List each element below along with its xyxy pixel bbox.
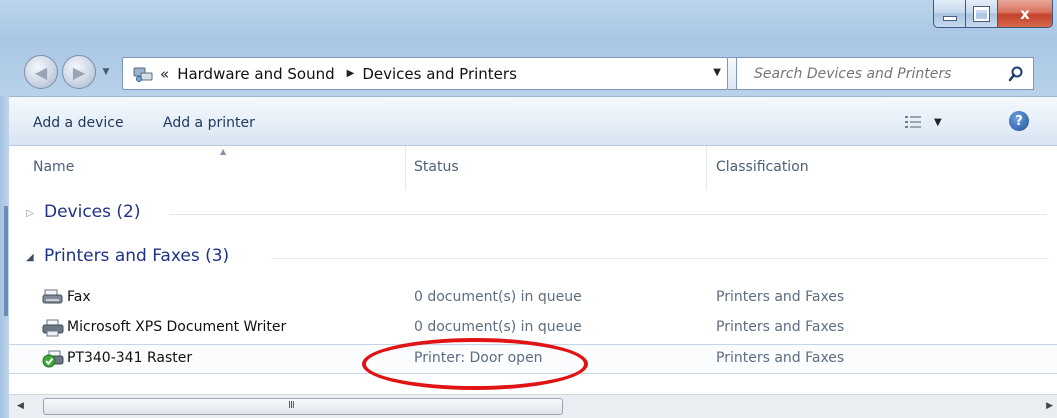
back-button[interactable]: ◀ <box>24 55 58 89</box>
printer-name: Microsoft XPS Document Writer <box>67 319 287 335</box>
highlight-annotation-circle <box>362 338 588 390</box>
fax-icon <box>42 289 63 304</box>
group-divider <box>271 258 1047 259</box>
close-icon: x <box>1020 4 1030 23</box>
add-device-button[interactable]: Add a device <box>33 115 124 131</box>
expand-icon[interactable]: ▷ <box>26 208 34 219</box>
minimize-button[interactable] <box>933 0 966 28</box>
sort-ascending-icon: ▲ <box>220 147 227 156</box>
forward-button[interactable]: ▶ <box>62 55 96 89</box>
breadcrumb-separator-icon[interactable]: ▶ <box>347 68 355 79</box>
devices-printers-icon <box>133 67 153 82</box>
printer-icon <box>42 319 64 337</box>
maximize-button[interactable] <box>966 0 998 28</box>
printer-status: 0 document(s) in queue <box>414 319 582 335</box>
breadcrumb-hardware-and-sound[interactable]: Hardware and Sound <box>177 65 334 83</box>
list-item-microsoft-xps-document-writer[interactable]: Microsoft XPS Document Writer 0 document… <box>9 314 1057 342</box>
address-bar[interactable]: « Hardware and Sound ▶ Devices and Print… <box>122 57 728 90</box>
recent-pages-dropdown[interactable]: ▼ <box>99 65 113 79</box>
group-title: Printers and Faxes (3) <box>44 246 230 266</box>
search-icon[interactable] <box>1008 66 1024 82</box>
devices-and-printers-window: x ◀ ▶ ▼ « Hardware and Sound ▶ Devices a… <box>0 0 1057 418</box>
column-header-label: Status <box>414 159 459 175</box>
default-printer-icon <box>42 350 64 368</box>
column-header-label: Classification <box>716 159 809 175</box>
group-header-printers-and-faxes[interactable]: ◢ Printers and Faxes (3) <box>9 243 1057 273</box>
scroll-right-icon[interactable]: ▶ <box>1046 401 1053 411</box>
add-printer-button[interactable]: Add a printer <box>163 115 255 131</box>
help-button[interactable]: ? <box>1009 111 1029 131</box>
command-bar: Add a device Add a printer ▼ ? <box>9 96 1057 146</box>
back-arrow-icon: ◀ <box>34 62 48 82</box>
address-overflow-chevron[interactable]: « <box>160 65 169 83</box>
search-box[interactable] <box>736 57 1034 90</box>
chevron-down-icon: ▼ <box>102 67 110 77</box>
maximize-icon <box>973 5 990 22</box>
group-header-devices[interactable]: ▷ Devices (2) <box>9 199 1057 229</box>
minimize-icon <box>942 16 957 21</box>
address-history-dropdown[interactable]: ▼ <box>713 67 721 78</box>
group-title: Devices (2) <box>44 202 141 222</box>
list-item-fax[interactable]: Fax 0 document(s) in queue Printers and … <box>9 284 1057 312</box>
column-header-classification[interactable]: Classification <box>707 146 1057 190</box>
collapse-icon[interactable]: ◢ <box>26 252 34 263</box>
column-header-status[interactable]: Status <box>406 146 706 190</box>
horizontal-scrollbar[interactable]: ◀ III ▶ <box>9 394 1057 418</box>
window-frame-left <box>0 96 9 418</box>
forward-arrow-icon: ▶ <box>72 62 86 82</box>
view-details-icon <box>905 116 921 128</box>
scrollbar-grip: III <box>288 400 295 411</box>
group-divider <box>169 214 1047 215</box>
change-view-button[interactable]: ▼ <box>905 115 942 129</box>
chevron-down-icon: ▼ <box>934 116 942 128</box>
printer-classification: Printers and Faxes <box>716 350 845 366</box>
printer-classification: Printers and Faxes <box>716 319 845 335</box>
printer-classification: Printers and Faxes <box>716 289 845 305</box>
printer-name: Fax <box>67 289 91 305</box>
column-header-label: Name <box>33 159 75 175</box>
printer-name: PT340-341 Raster <box>67 350 193 366</box>
caption-buttons: x <box>933 0 1053 30</box>
printer-status: 0 document(s) in queue <box>414 289 582 305</box>
scrollbar-thumb[interactable]: III <box>43 398 563 415</box>
search-input[interactable] <box>752 64 996 83</box>
breadcrumb-devices-and-printers[interactable]: Devices and Printers <box>362 65 517 83</box>
help-icon: ? <box>1015 113 1023 129</box>
close-button[interactable]: x <box>998 0 1053 28</box>
column-header-name[interactable]: ▲ Name <box>9 146 405 190</box>
scroll-left-icon[interactable]: ◀ <box>17 401 24 411</box>
